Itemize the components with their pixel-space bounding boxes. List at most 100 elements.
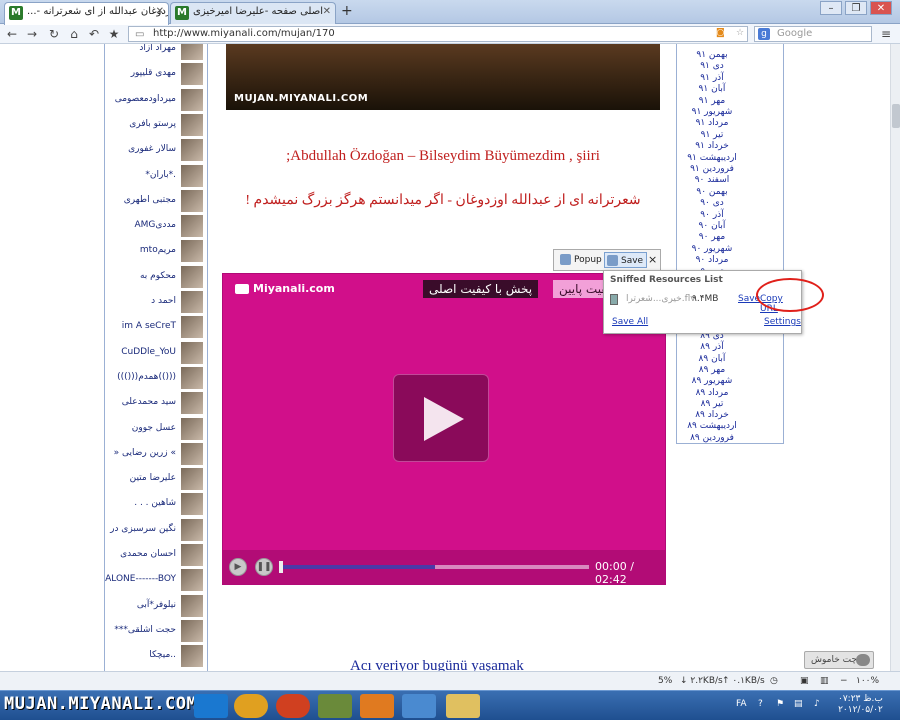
bookmark-star-icon[interactable]: ★ xyxy=(106,26,122,42)
archive-month-link[interactable]: بهمن ۹۱ xyxy=(677,50,747,60)
save-button[interactable]: Save xyxy=(604,252,648,268)
window-close-icon[interactable]: ✕ xyxy=(870,1,892,15)
archive-month-link[interactable]: دی ۹۰ xyxy=(677,198,747,208)
rss-icon[interactable]: ◙ xyxy=(716,28,725,38)
folder-icon[interactable] xyxy=(446,694,480,718)
friend-item[interactable]: . . . شاهین xyxy=(103,493,203,516)
vertical-scrollbar[interactable] xyxy=(890,44,900,671)
friend-item[interactable]: احمد د xyxy=(103,291,203,313)
friend-item[interactable]: محکوم به xyxy=(103,265,203,288)
friend-item[interactable]: مهدی قلیپور xyxy=(103,63,203,86)
friend-item[interactable]: پرستو بافری xyxy=(103,113,203,136)
avatar[interactable] xyxy=(181,113,203,136)
menu-icon[interactable]: ≡ xyxy=(878,26,894,42)
friend-item[interactable]: CuDDle_YoU xyxy=(103,341,203,364)
search-input[interactable]: g Google xyxy=(754,26,872,42)
system-clock[interactable]: ۰۷:۲۳ ب.ظ ۲۰۱۲/۰۵/۰۲ xyxy=(838,694,883,716)
taskbar-app-icon[interactable] xyxy=(402,694,436,718)
avatar[interactable] xyxy=(181,88,203,111)
avatar[interactable] xyxy=(181,240,203,263)
pause-icon[interactable]: ❚❚ xyxy=(255,558,273,576)
play-icon[interactable] xyxy=(393,374,489,462)
friend-item[interactable]: مجتبی اطهری xyxy=(103,189,203,212)
avatar[interactable] xyxy=(181,341,203,364)
archive-month-link[interactable]: خرداد ۹۱ xyxy=(677,141,747,151)
chat-widget[interactable]: چت خاموش xyxy=(804,651,874,669)
tray-network-icon[interactable]: ▤ xyxy=(794,699,803,709)
close-tab-icon[interactable]: ✕ xyxy=(156,6,164,17)
friend-item[interactable]: عسل جوون xyxy=(103,417,203,440)
archive-month-link[interactable]: مرداد ۸۹ xyxy=(677,388,747,398)
chrome-icon[interactable] xyxy=(276,694,310,718)
tray-help-icon[interactable]: ? xyxy=(758,699,763,709)
archive-month-link[interactable]: مرداد ۹۰ xyxy=(677,255,747,265)
archive-month-link[interactable]: تیر ۹۱ xyxy=(677,130,747,140)
avatar[interactable] xyxy=(181,569,203,592)
language-indicator[interactable]: FA xyxy=(736,699,747,709)
archive-month-link[interactable]: اردیبهشت ۸۹ xyxy=(677,421,747,431)
zoom-out-icon[interactable]: − xyxy=(840,676,848,686)
friend-item[interactable]: مهراد آزاد xyxy=(103,44,203,60)
undo-close-icon[interactable]: ↶ xyxy=(86,26,102,42)
tab-active[interactable]: M ...- اوزدوغان عبدالله از ای شعرترانه ✕ xyxy=(4,2,169,25)
friend-item[interactable]: میچکا.. xyxy=(103,645,203,668)
avatar[interactable] xyxy=(181,392,203,415)
avatar[interactable] xyxy=(181,291,203,313)
friend-item[interactable]: علیرضا متین xyxy=(103,468,203,491)
home-icon[interactable]: ⌂ xyxy=(66,26,82,42)
maximize-icon[interactable]: ❐ xyxy=(845,1,867,15)
avatar[interactable] xyxy=(181,442,203,465)
archive-month-link[interactable]: آبان ۹۰ xyxy=(677,221,747,231)
avatar[interactable] xyxy=(181,468,203,491)
reload-icon[interactable]: ↻ xyxy=(46,26,62,42)
archive-month-link[interactable]: مهر ۹۱ xyxy=(677,96,747,106)
clock-icon[interactable]: ◷ xyxy=(770,676,778,686)
seek-handle[interactable] xyxy=(279,561,283,573)
play-small-icon[interactable]: ▶ xyxy=(229,558,247,576)
media-player-icon[interactable] xyxy=(360,694,394,718)
archive-month-link[interactable]: آبان ۹۱ xyxy=(677,84,747,94)
avatar[interactable] xyxy=(181,189,203,212)
friend-item[interactable]: میرداودمعصومی xyxy=(103,88,203,111)
tray-volume-icon[interactable]: ♪ xyxy=(814,699,820,709)
popup-button[interactable]: Popup xyxy=(558,252,602,268)
archive-month-link[interactable]: آذر ۹۰ xyxy=(677,210,747,220)
friend-item[interactable]: » زرین رضایی « xyxy=(103,442,203,465)
close-tab-icon[interactable]: ✕ xyxy=(323,6,331,17)
archive-month-link[interactable]: مرداد ۹۱ xyxy=(677,118,747,128)
view-icon[interactable]: ▣ xyxy=(800,676,809,686)
archive-month-link[interactable]: مهر ۹۰ xyxy=(677,232,747,242)
friend-item[interactable]: ALONE-------BOY xyxy=(103,569,203,592)
avatar[interactable] xyxy=(181,164,203,187)
friend-item[interactable]: AMGمددی xyxy=(103,215,203,238)
friend-item[interactable]: mtoمریم xyxy=(103,240,203,263)
avatar[interactable] xyxy=(181,215,203,238)
save-all-link[interactable]: Save All xyxy=(612,317,648,327)
minimize-icon[interactable]: – xyxy=(820,1,842,15)
archive-month-link[interactable]: اسفند ۹۰ xyxy=(677,175,747,185)
address-bar[interactable]: ▭ http://www.miyanali.com/mujan/170 xyxy=(128,26,748,42)
avatar[interactable] xyxy=(181,544,203,566)
scrollbar-thumb[interactable] xyxy=(892,104,900,128)
video-player[interactable]: Miyanali.com پخش با کیفیت اصلی کیفیت پای… xyxy=(222,273,666,586)
avatar[interactable] xyxy=(181,518,203,541)
avatar[interactable] xyxy=(181,417,203,440)
archive-month-link[interactable]: اردیبهشت ۹۱ xyxy=(677,153,747,163)
taskbar-app-icon[interactable] xyxy=(318,694,352,718)
archive-month-link[interactable]: شهریور ۸۹ xyxy=(677,376,747,386)
close-icon[interactable]: × xyxy=(648,252,657,268)
seek-bar[interactable] xyxy=(279,561,589,573)
avatar[interactable] xyxy=(181,366,203,389)
friend-item[interactable]: سید محمدعلی xyxy=(103,392,203,415)
avatar[interactable] xyxy=(181,139,203,162)
archive-month-link[interactable]: آبان ۸۹ xyxy=(677,354,747,364)
archive-month-link[interactable]: فروردین ۹۱ xyxy=(677,164,747,174)
archive-month-link[interactable]: تیر ۸۹ xyxy=(677,399,747,409)
favorite-star-icon[interactable]: ☆ xyxy=(736,28,744,38)
chrome-icon[interactable] xyxy=(234,694,268,718)
avatar[interactable] xyxy=(181,44,203,60)
taskbar-app-icon[interactable] xyxy=(194,694,228,718)
friend-item[interactable]: ((()))همدم(())) xyxy=(103,366,203,389)
archive-month-link[interactable]: آذر ۸۹ xyxy=(677,342,747,352)
archive-month-link[interactable]: شهریور ۹۱ xyxy=(677,107,747,117)
